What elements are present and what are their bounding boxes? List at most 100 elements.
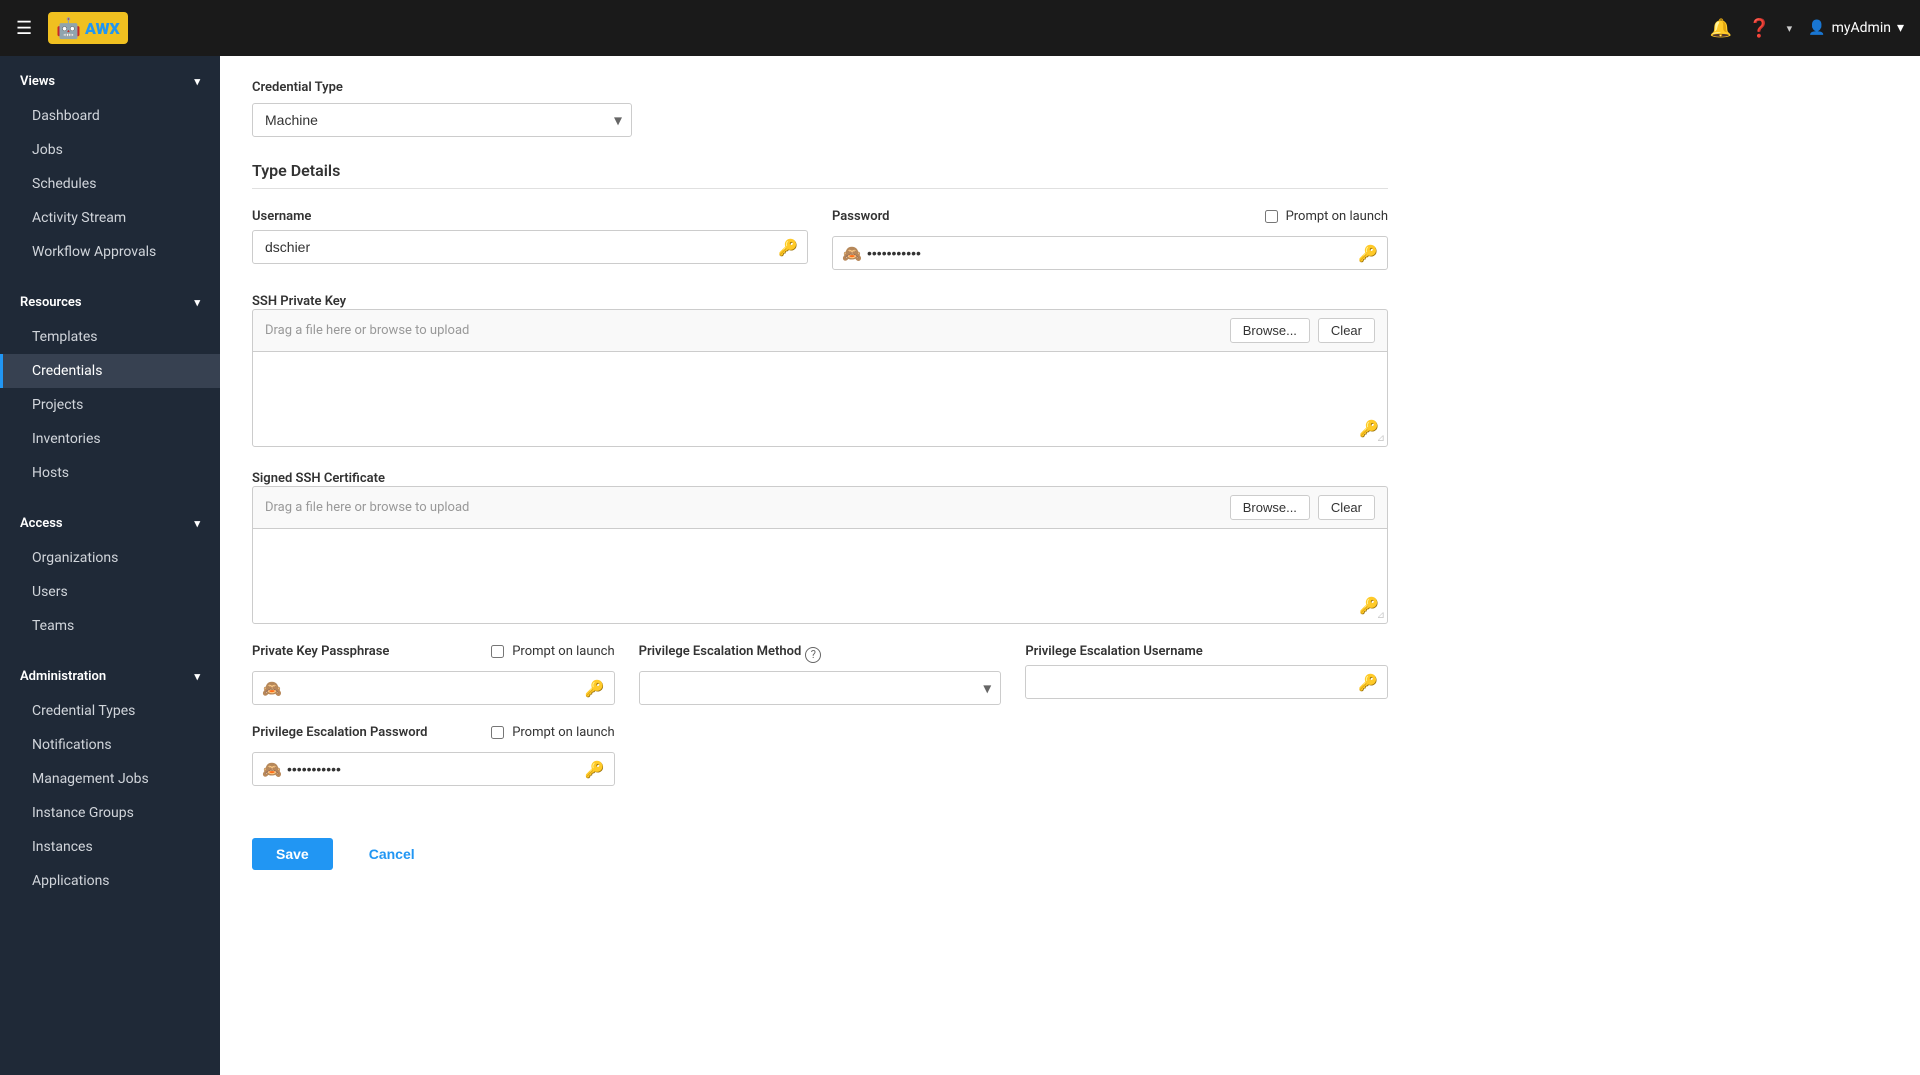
privilege-escalation-username-input[interactable]: [1025, 665, 1388, 699]
sidebar-section-resources: Resources ▾ Templates Credentials Projec…: [0, 277, 220, 498]
passphrase-escalation-row: Private Key Passphrase Prompt on launch …: [252, 644, 1388, 705]
passphrase-prompt-checkbox[interactable]: [491, 645, 504, 658]
logo-robot-icon: 🤖: [56, 16, 81, 40]
username-label: Username: [252, 209, 808, 224]
credential-type-section: Credential Type Machine ▾: [252, 80, 1388, 137]
top-nav: ☰ 🤖 AWX 🔔 ❓ ▾ 👤 myAdmin ▾: [0, 0, 1920, 56]
notification-icon[interactable]: 🔔: [1710, 18, 1732, 39]
sidebar-section-views: Views ▾ Dashboard Jobs Schedules Activit…: [0, 56, 220, 277]
ssh-private-key-label: SSH Private Key: [252, 294, 346, 309]
passphrase-input[interactable]: [252, 671, 615, 705]
sidebar-item-projects[interactable]: Projects: [0, 388, 220, 422]
ssh-private-key-browse-button[interactable]: Browse...: [1230, 318, 1310, 343]
username-key-icon[interactable]: 🔑: [778, 238, 798, 257]
signed-ssh-cert-label: Signed SSH Certificate: [252, 471, 385, 486]
signed-ssh-cert-textarea-wrapper: 🔑 ⊿: [252, 528, 1388, 624]
sidebar-item-management-jobs[interactable]: Management Jobs: [0, 762, 220, 796]
signed-ssh-cert-browse-button[interactable]: Browse...: [1230, 495, 1310, 520]
escalation-password-input-wrapper: 🙈 🔑: [252, 752, 615, 786]
password-input-wrapper: 🙈 🔑: [832, 236, 1388, 270]
escalation-password-prompt-checkbox[interactable]: [491, 726, 504, 739]
password-input[interactable]: [832, 236, 1388, 270]
sidebar-item-hosts[interactable]: Hosts: [0, 456, 220, 490]
escalation-password-eye-icon[interactable]: 🙈: [262, 760, 282, 779]
top-nav-right: 🔔 ❓ ▾ 👤 myAdmin ▾: [1710, 18, 1904, 39]
password-prompt-checkbox[interactable]: [1265, 210, 1278, 223]
sidebar-section-access-header[interactable]: Access ▾: [0, 506, 220, 541]
save-button[interactable]: Save: [252, 838, 333, 870]
cancel-button[interactable]: Cancel: [345, 838, 439, 870]
ssh-private-key-upload-bar: Drag a file here or browse to upload Bro…: [252, 309, 1388, 351]
privilege-escalation-method-help-icon[interactable]: ?: [805, 647, 821, 663]
sidebar-section-views-label: Views: [20, 74, 55, 89]
sidebar-section-administration-header[interactable]: Administration ▾: [0, 659, 220, 694]
privilege-escalation-username-label: Privilege Escalation Username: [1025, 644, 1388, 659]
private-key-passphrase-label: Private Key Passphrase: [252, 644, 389, 659]
signed-ssh-cert-placeholder: Drag a file here or browse to upload: [265, 500, 1222, 515]
password-eye-icon[interactable]: 🙈: [842, 244, 862, 263]
sidebar-section-administration-label: Administration: [20, 669, 106, 684]
privilege-escalation-username-key-icon[interactable]: 🔑: [1358, 673, 1378, 692]
top-nav-left: ☰ 🤖 AWX: [16, 12, 128, 44]
ssh-private-key-resize-handle: ⊿: [1377, 433, 1385, 444]
privilege-escalation-password-label: Privilege Escalation Password: [252, 725, 427, 740]
passphrase-input-wrapper: 🙈 🔑: [252, 671, 615, 705]
username-input[interactable]: [252, 230, 808, 264]
help-icon[interactable]: ❓: [1748, 18, 1770, 39]
password-key-icon[interactable]: 🔑: [1358, 244, 1378, 263]
sidebar-item-workflow-approvals[interactable]: Workflow Approvals: [0, 235, 220, 269]
main-content: Credential Type Machine ▾ Type Details U…: [220, 56, 1920, 1075]
privilege-escalation-method-select[interactable]: sudo su pbrun pfexec doas dzdo ksu runas…: [639, 671, 1002, 705]
sidebar-section-resources-label: Resources: [20, 295, 82, 310]
sidebar-item-activity-stream[interactable]: Activity Stream: [0, 201, 220, 235]
escalation-password-input[interactable]: [252, 752, 615, 786]
sidebar-section-access: Access ▾ Organizations Users Teams: [0, 498, 220, 651]
password-field: Password Prompt on launch 🙈 🔑: [832, 209, 1388, 270]
sidebar-section-resources-header[interactable]: Resources ▾: [0, 285, 220, 320]
user-menu[interactable]: 👤 myAdmin ▾: [1808, 20, 1904, 36]
passphrase-eye-icon[interactable]: 🙈: [262, 679, 282, 698]
sidebar-item-notifications[interactable]: Notifications: [0, 728, 220, 762]
help-chevron-icon[interactable]: ▾: [1787, 22, 1793, 35]
sidebar-item-jobs[interactable]: Jobs: [0, 133, 220, 167]
ssh-private-key-clear-button[interactable]: Clear: [1318, 318, 1375, 343]
passphrase-key-icon[interactable]: 🔑: [585, 679, 605, 698]
sidebar-item-credential-types[interactable]: Credential Types: [0, 694, 220, 728]
sidebar-item-teams[interactable]: Teams: [0, 609, 220, 643]
sidebar-administration-chevron: ▾: [194, 670, 200, 683]
sidebar-item-schedules[interactable]: Schedules: [0, 167, 220, 201]
sidebar-section-views-header[interactable]: Views ▾: [0, 64, 220, 99]
sidebar-item-credentials[interactable]: Credentials: [0, 354, 220, 388]
type-details-section: Type Details Username 🔑 Password: [252, 161, 1388, 870]
escalation-password-key-icon[interactable]: 🔑: [585, 760, 605, 779]
password-prompt-label[interactable]: Prompt on launch: [1265, 209, 1388, 224]
ssh-private-key-section: SSH Private Key Drag a file here or brow…: [252, 290, 1388, 447]
signed-ssh-cert-clear-button[interactable]: Clear: [1318, 495, 1375, 520]
user-chevron-icon: ▾: [1897, 20, 1904, 36]
sidebar-item-inventories[interactable]: Inventories: [0, 422, 220, 456]
username-field: Username 🔑: [252, 209, 808, 264]
app-body: Views ▾ Dashboard Jobs Schedules Activit…: [0, 56, 1920, 1075]
sidebar-access-chevron: ▾: [194, 517, 200, 530]
type-details-title: Type Details: [252, 161, 1388, 189]
credential-type-label: Credential Type: [252, 80, 1388, 95]
ssh-private-key-textarea[interactable]: [253, 352, 1387, 442]
sidebar-item-templates[interactable]: Templates: [0, 320, 220, 354]
sidebar-item-applications[interactable]: Applications: [0, 864, 220, 898]
signed-ssh-cert-section: Signed SSH Certificate Drag a file here …: [252, 467, 1388, 624]
credential-type-select[interactable]: Machine: [252, 103, 632, 137]
sidebar-item-instances[interactable]: Instances: [0, 830, 220, 864]
form-actions: Save Cancel: [252, 818, 1388, 870]
escalation-password-prompt-label[interactable]: Prompt on launch: [491, 725, 614, 740]
sidebar-item-users[interactable]: Users: [0, 575, 220, 609]
private-key-passphrase-field: Private Key Passphrase Prompt on launch …: [252, 644, 615, 705]
sidebar-item-instance-groups[interactable]: Instance Groups: [0, 796, 220, 830]
sidebar-resources-chevron: ▾: [194, 296, 200, 309]
hamburger-icon[interactable]: ☰: [16, 18, 32, 39]
passphrase-prompt-label[interactable]: Prompt on launch: [491, 644, 614, 659]
username-password-row: Username 🔑 Password Prompt on launch: [252, 209, 1388, 270]
sidebar-item-dashboard[interactable]: Dashboard: [0, 99, 220, 133]
user-icon: 👤: [1808, 20, 1825, 36]
signed-ssh-cert-textarea[interactable]: [253, 529, 1387, 619]
sidebar-item-organizations[interactable]: Organizations: [0, 541, 220, 575]
